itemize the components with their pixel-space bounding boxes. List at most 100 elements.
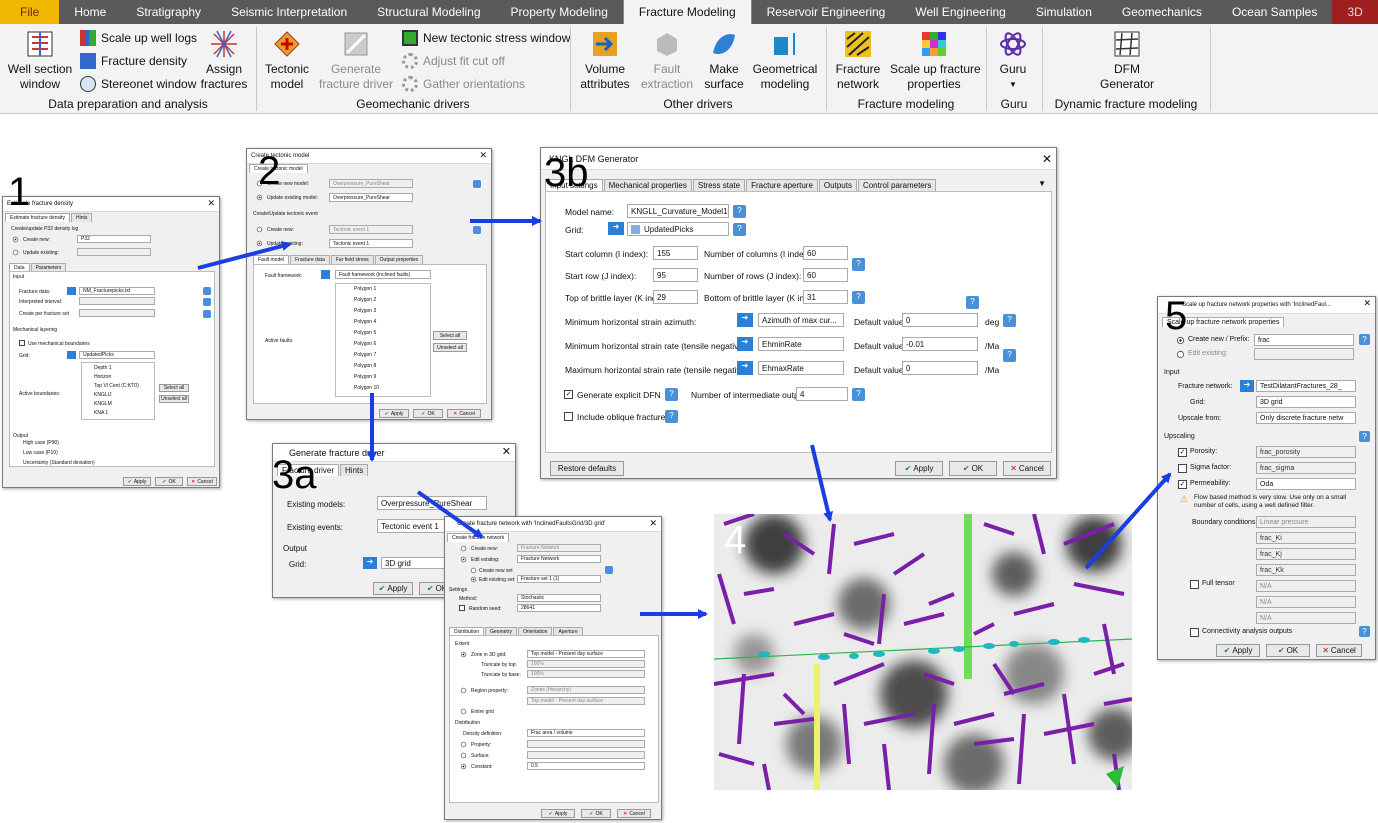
ok-button[interactable]: ✔ OK bbox=[413, 409, 443, 418]
random-seed-checkbox[interactable] bbox=[459, 605, 465, 611]
apply-button[interactable]: ✔ Apply bbox=[1216, 644, 1260, 657]
connectivity-checkbox[interactable] bbox=[1190, 628, 1199, 637]
select-all-button[interactable]: Select all bbox=[159, 384, 189, 392]
edit-existing-field[interactable] bbox=[1254, 348, 1354, 360]
include-oblique-checkbox[interactable] bbox=[564, 412, 573, 421]
apply-button[interactable]: ✔ Apply bbox=[373, 582, 413, 595]
edit-existing-radio[interactable] bbox=[460, 556, 467, 563]
apply-button[interactable]: ✔ Apply bbox=[541, 809, 575, 818]
na-field[interactable]: N/A bbox=[1256, 596, 1356, 608]
truncate-base-field[interactable]: 100% bbox=[527, 670, 645, 678]
tab-ocean-samples[interactable]: Ocean Samples bbox=[1217, 0, 1332, 24]
fracture-data-field[interactable]: NM_Fracturepicks.txt bbox=[79, 287, 155, 295]
surface-radio[interactable] bbox=[460, 752, 467, 759]
min-rate-default-field[interactable]: -0.01 bbox=[902, 337, 978, 351]
help-icon[interactable]: ? bbox=[852, 388, 865, 401]
help-icon[interactable] bbox=[605, 566, 613, 574]
arrow-right-icon[interactable] bbox=[67, 287, 76, 295]
update-existing-field[interactable] bbox=[77, 248, 151, 256]
dfm-generator-button[interactable]: DFM Generator bbox=[1092, 29, 1162, 92]
arrow-right-icon[interactable]: ➜ bbox=[1240, 380, 1254, 392]
tab-hints[interactable]: Hints bbox=[340, 464, 369, 476]
make-surface-button[interactable]: Make surface bbox=[702, 29, 746, 92]
entire-grid-radio[interactable] bbox=[460, 708, 467, 715]
generate-dfn-checkbox[interactable]: ✓ bbox=[564, 390, 573, 399]
volume-attributes-button[interactable]: Volume attributes bbox=[578, 29, 632, 92]
select-all-button[interactable]: Select all bbox=[433, 331, 467, 340]
help-icon[interactable]: ? bbox=[852, 258, 865, 271]
gather-orientations-button[interactable]: Gather orientations bbox=[402, 76, 525, 92]
min-azimuth-field[interactable]: Azimuth of max cur... bbox=[758, 313, 844, 327]
arrow-right-icon[interactable]: ➜ bbox=[363, 557, 377, 569]
min-rate-field[interactable]: EhminRate bbox=[758, 337, 844, 351]
tab-property-modeling[interactable]: Property Modeling bbox=[496, 0, 623, 24]
update-model-radio[interactable] bbox=[256, 194, 263, 201]
unselect-all-button[interactable]: Unselect all bbox=[159, 395, 189, 403]
tab-hints[interactable]: Hints bbox=[71, 213, 93, 222]
create-new-radio[interactable] bbox=[12, 236, 19, 243]
list-item[interactable]: Polygon 10 bbox=[354, 385, 379, 391]
list-item[interactable]: Polygon 4 bbox=[354, 319, 376, 325]
assign-fractures-button[interactable]: Assign fractures bbox=[198, 29, 250, 92]
list-item[interactable]: Polygon 2 bbox=[354, 297, 376, 303]
list-item[interactable]: Polygon 3 bbox=[354, 308, 376, 314]
constant-field[interactable]: 0.5 bbox=[527, 762, 645, 770]
arrow-right-icon[interactable]: ➜ bbox=[737, 313, 753, 327]
list-item[interactable]: Polygon 1 bbox=[354, 286, 376, 292]
apply-button[interactable]: ✔ Apply bbox=[379, 409, 409, 418]
max-rate-default-field[interactable]: 0 bbox=[902, 361, 978, 375]
help-icon[interactable]: ? bbox=[1003, 349, 1016, 362]
tab-structural-modeling[interactable]: Structural Modeling bbox=[362, 0, 495, 24]
fault-extraction-button[interactable]: Fault extraction bbox=[638, 29, 696, 92]
existing-events-field[interactable]: Tectonic event 1 bbox=[377, 519, 447, 533]
tab-seismic-interpretation[interactable]: Seismic Interpretation bbox=[216, 0, 362, 24]
kk-field[interactable]: frac_Kk bbox=[1256, 564, 1356, 576]
list-item[interactable]: KNA 1 bbox=[94, 410, 108, 416]
constant-radio[interactable] bbox=[460, 763, 467, 770]
list-item[interactable]: KNGLIJ bbox=[94, 392, 112, 398]
property-field[interactable] bbox=[527, 740, 645, 748]
na-field[interactable]: N/A bbox=[1256, 612, 1356, 624]
region-radio[interactable] bbox=[460, 687, 467, 694]
tab-create-fracture-network[interactable]: Create fracture network bbox=[447, 533, 510, 542]
tab-outputs[interactable]: Outputs bbox=[818, 179, 857, 191]
tab-geomechanics[interactable]: Geomechanics bbox=[1107, 0, 1217, 24]
close-icon[interactable]: ✕ bbox=[502, 445, 511, 458]
tab-well-engineering[interactable]: Well Engineering bbox=[900, 0, 1021, 24]
random-seed-field[interactable]: 28641 bbox=[517, 604, 601, 612]
geometrical-modeling-button[interactable]: Geometrical modeling bbox=[752, 29, 818, 92]
edit-existing-field[interactable]: Fracture Network bbox=[517, 555, 601, 563]
list-item[interactable]: Depth 1 bbox=[94, 365, 112, 371]
help-icon[interactable]: ? bbox=[665, 410, 678, 423]
fracture-density-button[interactable]: Fracture density bbox=[80, 53, 187, 69]
tab-fault-model[interactable]: Fault model bbox=[253, 255, 290, 264]
help-icon[interactable]: ? bbox=[733, 223, 746, 236]
grid-field[interactable]: 3D grid bbox=[381, 557, 445, 569]
help-icon[interactable]: ? bbox=[1003, 314, 1016, 327]
tab-reservoir-engineering[interactable]: Reservoir Engineering bbox=[752, 0, 901, 24]
edit-existing-set-field[interactable]: Fracture set 1 (1) bbox=[517, 575, 601, 583]
ok-button[interactable]: ✔ OK bbox=[1266, 644, 1310, 657]
prefix-field[interactable]: frac bbox=[1254, 334, 1354, 346]
arrow-right-icon[interactable]: ➜ bbox=[608, 222, 624, 235]
update-event-radio[interactable] bbox=[256, 240, 263, 247]
grid-field[interactable]: UpdatedPicks bbox=[627, 222, 729, 236]
new-tectonic-stress-window-button[interactable]: New tectonic stress window bbox=[402, 30, 570, 46]
arrow-right-icon[interactable] bbox=[321, 270, 330, 279]
adjust-fit-cut-off-button[interactable]: Adjust fit cut off bbox=[402, 53, 505, 69]
well-section-window-button[interactable]: Well section window bbox=[6, 29, 74, 92]
tab-output-properties[interactable]: Output properties bbox=[374, 255, 424, 264]
create-event-field[interactable]: Tectonic event 1 bbox=[329, 225, 413, 234]
edit-existing-radio[interactable] bbox=[1176, 350, 1185, 359]
help-icon[interactable] bbox=[203, 298, 211, 306]
chevron-down-icon[interactable]: ▼ bbox=[1038, 179, 1046, 188]
ok-button[interactable]: ✔ OK bbox=[581, 809, 611, 818]
density-def-field[interactable]: Frac area / volume bbox=[527, 729, 645, 737]
edit-existing-set-radio[interactable] bbox=[470, 576, 477, 583]
existing-models-field[interactable]: Overpressure_PureShear bbox=[377, 496, 487, 510]
use-mech-checkbox[interactable] bbox=[19, 340, 25, 346]
permeability-checkbox[interactable]: ✓ bbox=[1178, 480, 1187, 489]
boundary-field[interactable]: Linear pressure bbox=[1256, 516, 1356, 528]
tab-home[interactable]: Home bbox=[59, 0, 121, 24]
help-icon[interactable]: ? bbox=[1359, 334, 1370, 345]
